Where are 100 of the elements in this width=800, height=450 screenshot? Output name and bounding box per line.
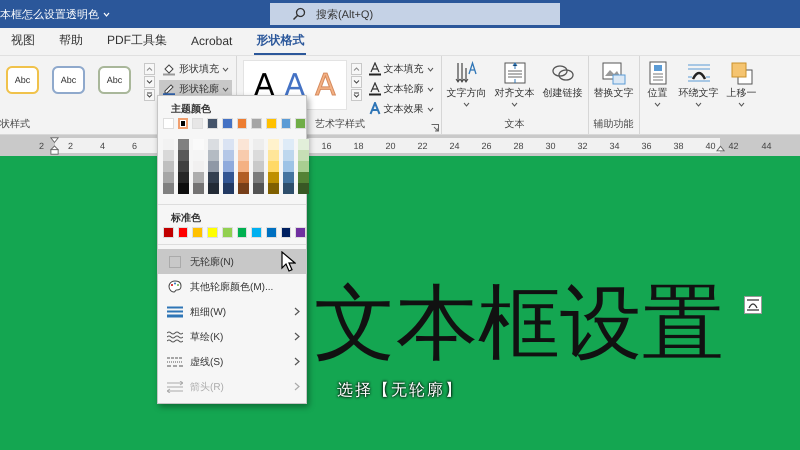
ruler-number: 24 — [448, 140, 460, 150]
color-swatch[interactable] — [178, 227, 188, 238]
gallery-up-button[interactable] — [144, 63, 155, 75]
gallery-down-button[interactable] — [144, 76, 155, 88]
ruler-number: 38 — [672, 140, 684, 150]
ribbon-dropdown-button[interactable]: 形状填充 — [159, 60, 232, 78]
color-swatch[interactable] — [222, 118, 233, 129]
dashed-lines-icon — [167, 356, 183, 368]
shade-swatches[interactable] — [208, 139, 219, 194]
ribbon-button[interactable]: 替换文字 — [592, 60, 635, 100]
chevron-right-icon — [294, 382, 300, 391]
color-swatch[interactable] — [266, 227, 277, 238]
lines-icon — [167, 306, 183, 318]
shade-swatches[interactable] — [253, 139, 264, 194]
menu-item[interactable]: 无轮廓(N) — [158, 249, 306, 274]
color-swatch[interactable] — [222, 227, 233, 238]
ribbon-button[interactable]: 环绕文字 — [678, 60, 720, 107]
shade-swatches[interactable] — [283, 139, 294, 194]
style-preview[interactable]: Abc — [98, 66, 131, 94]
color-swatch[interactable] — [163, 118, 174, 129]
ribbon-button[interactable]: 上移一 — [726, 60, 758, 107]
menu-heading: 主题颜色 — [170, 102, 212, 117]
ribbon-tab[interactable]: 帮助 — [57, 28, 85, 55]
letter-a-icon — [368, 82, 381, 96]
color-swatch[interactable] — [236, 118, 248, 129]
gallery-more-button[interactable] — [350, 89, 362, 101]
ribbon-dropdown-button[interactable]: 文本填充 — [366, 60, 437, 78]
palette-icon — [168, 280, 182, 293]
ruler-number: 28 — [512, 140, 524, 150]
color-swatch[interactable] — [266, 118, 277, 129]
ribbon-tab[interactable]: 视图 — [9, 28, 37, 55]
search-icon — [292, 7, 306, 21]
caret-icon — [222, 86, 229, 92]
caret-icon — [426, 106, 434, 112]
caret-icon — [426, 66, 434, 72]
group-label: 文本 — [504, 118, 525, 131]
gallery-up-button[interactable] — [350, 63, 362, 75]
ruler-number: 16 — [320, 140, 332, 150]
ruler-number: 18 — [352, 140, 364, 150]
layout-options-icon — [744, 296, 762, 314]
shade-swatches[interactable] — [193, 139, 204, 194]
color-swatch[interactable] — [178, 118, 188, 129]
ribbon-tab[interactable]: Acrobat — [189, 28, 234, 55]
color-swatch[interactable] — [251, 227, 262, 238]
square-icon — [169, 256, 181, 268]
ruler-number: 32 — [576, 140, 588, 150]
color-swatch[interactable] — [207, 118, 218, 129]
document-title: 本框怎么设置透明色 — [0, 8, 99, 22]
chevron-down-icon — [352, 92, 360, 98]
menu-item[interactable]: 其他轮廓颜色(M)... — [158, 274, 306, 299]
color-swatch[interactable] — [251, 118, 262, 129]
shade-swatches[interactable] — [178, 139, 189, 194]
color-swatch[interactable] — [163, 227, 174, 238]
color-swatch[interactable] — [192, 118, 204, 129]
align-box-icon — [502, 60, 528, 86]
color-swatch[interactable] — [192, 227, 204, 238]
color-swatch[interactable] — [295, 227, 306, 238]
ruler-number: 2 — [67, 140, 74, 150]
chevron-right-icon — [294, 307, 300, 316]
shade-swatches[interactable] — [223, 139, 234, 194]
ribbon-button[interactable]: 对齐文本 — [494, 60, 536, 107]
shade-swatches[interactable] — [268, 139, 279, 194]
shade-swatches[interactable] — [298, 139, 309, 194]
ruler-number: 6 — [131, 140, 138, 150]
style-preview[interactable]: Abc — [52, 66, 85, 94]
gallery-more-button[interactable] — [144, 89, 155, 101]
document-heading: 文本框设置 — [314, 277, 724, 371]
color-swatch[interactable] — [280, 227, 292, 238]
ribbon-tab[interactable]: PDF工具集 — [105, 28, 169, 55]
search-field[interactable]: 搜索(Alt+Q) — [270, 3, 560, 25]
group-label: 艺术字样式 — [314, 118, 365, 131]
ribbon-dropdown-button[interactable]: 文本效果 — [366, 100, 437, 118]
ribbon-button[interactable]: 文字方向 — [446, 60, 488, 107]
menu-item[interactable]: 草绘(K) — [158, 324, 306, 349]
caret-icon — [511, 102, 518, 107]
color-swatch[interactable] — [207, 227, 218, 238]
menu-heading: 标准色 — [170, 212, 202, 226]
ribbon-button[interactable]: 位置 — [644, 60, 672, 107]
shade-swatches[interactable] — [238, 139, 249, 194]
chevron-down-icon — [352, 80, 360, 84]
shade-swatches[interactable] — [163, 139, 174, 194]
ruler-number: 44 — [761, 140, 772, 150]
video-caption: 选择【无轮廓】 — [337, 380, 463, 401]
ribbon-button[interactable]: 创建链接 — [542, 60, 584, 100]
chevron-up-icon — [352, 67, 360, 71]
style-preview[interactable]: Abc — [6, 66, 39, 94]
color-swatch[interactable] — [236, 227, 248, 238]
color-swatch[interactable] — [295, 118, 306, 129]
menu-item[interactable]: 虚线(S) — [158, 349, 306, 374]
color-swatch[interactable] — [280, 118, 292, 129]
group-label: 状样式 — [0, 118, 30, 131]
ruler-number: 42 — [728, 140, 739, 150]
ruler-number: 34 — [608, 140, 620, 150]
ruler-number: 4 — [99, 140, 106, 150]
menu-item[interactable]: 粗细(W) — [158, 299, 306, 324]
ribbon-dropdown-button[interactable]: 文本轮廓 — [366, 80, 437, 98]
chevron-right-icon — [294, 332, 300, 341]
caret-icon — [463, 102, 470, 107]
caret-icon — [103, 12, 110, 16]
gallery-down-button[interactable] — [350, 76, 362, 88]
